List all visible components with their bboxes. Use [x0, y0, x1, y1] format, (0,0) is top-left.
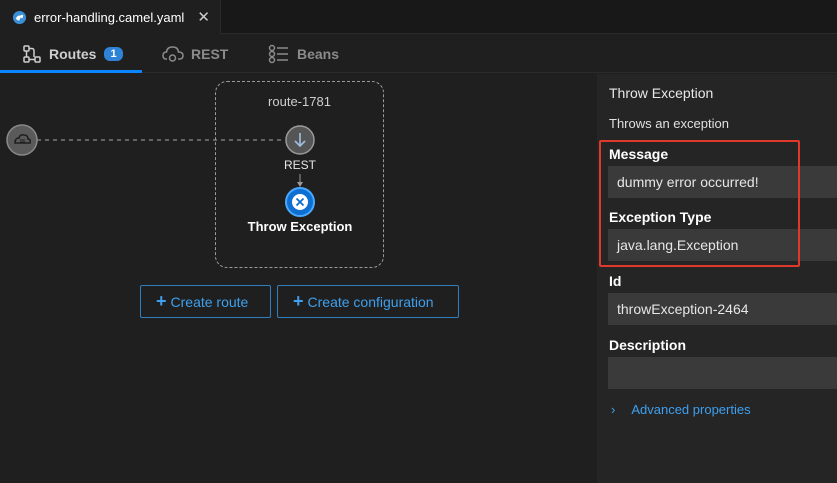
tab-beans-label: Beans [297, 45, 340, 62]
description-label: Description [609, 337, 687, 353]
message-field[interactable]: dummy error occurred! [608, 166, 837, 198]
chevron-right-icon: › [611, 402, 616, 417]
cloud-gear-icon [162, 45, 184, 62]
close-tab-icon[interactable]: ✕ [197, 8, 210, 26]
routes-count-badge: 1 [104, 46, 123, 61]
beans-icon [268, 44, 288, 63]
rest-node-label: REST [283, 158, 316, 172]
exception-type-label: Exception Type [609, 209, 712, 225]
exception-type-field[interactable]: java.lang.Exception [608, 229, 837, 261]
rest-source-node[interactable] [6, 124, 38, 156]
route-title: route-1781 [268, 94, 331, 109]
camel-file-icon [12, 10, 27, 24]
create-configuration-button[interactable]: + Create configuration [277, 285, 459, 318]
id-field[interactable]: throwException-2464 [608, 293, 837, 325]
route-canvas[interactable]: route-1781 REST Throw Exception + Create… [0, 74, 597, 483]
id-label: Id [609, 273, 622, 289]
routes-icon [23, 44, 41, 63]
create-route-label: Create route [170, 293, 249, 310]
plus-icon: + [293, 291, 304, 311]
create-configuration-label: Create configuration [307, 293, 434, 310]
file-tab-label: error-handling.camel.yaml [34, 9, 185, 25]
description-field[interactable] [608, 357, 837, 389]
panel-description: Throws an exception [609, 116, 729, 131]
panel-title: Throw Exception [609, 85, 714, 101]
view-tabs: Routes 1 REST Beans [0, 34, 837, 73]
tab-routes-label: Routes [49, 45, 97, 62]
tab-rest[interactable]: REST [162, 34, 228, 73]
advanced-properties-toggle[interactable]: › Advanced properties [611, 402, 751, 417]
tab-rest-label: REST [191, 45, 229, 62]
plus-icon: + [156, 291, 167, 311]
throw-exception-node-label: Throw Exception [247, 219, 353, 234]
tab-beans[interactable]: Beans [268, 34, 339, 73]
editor-tab-strip: error-handling.camel.yaml ✕ [0, 0, 837, 34]
tab-routes[interactable]: Routes 1 [0, 34, 142, 73]
properties-panel: Throw Exception Throws an exception Mess… [597, 74, 837, 483]
create-route-button[interactable]: + Create route [140, 285, 271, 318]
file-tab[interactable]: error-handling.camel.yaml ✕ [0, 0, 221, 34]
advanced-properties-label: Advanced properties [631, 402, 751, 417]
message-label: Message [609, 146, 669, 162]
route-container[interactable]: route-1781 [215, 81, 384, 268]
